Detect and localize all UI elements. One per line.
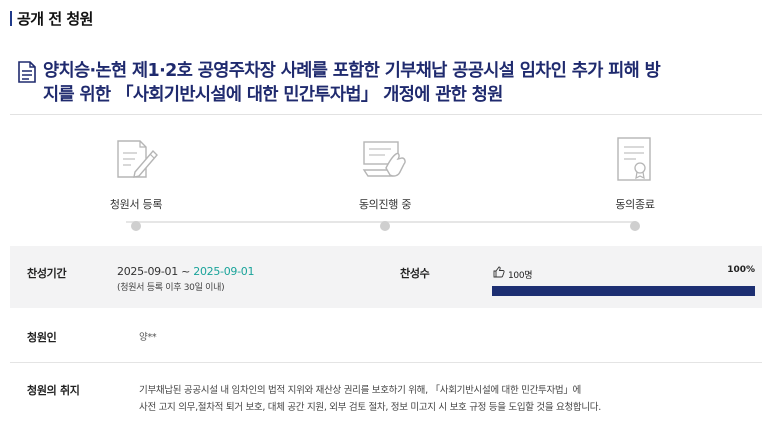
support-percent: 100%: [727, 265, 755, 275]
period-label: 찬성기간: [27, 267, 67, 280]
support-progress-fill: [492, 286, 755, 296]
title-divider: [10, 114, 762, 115]
step-dot: [131, 221, 141, 231]
purpose-line-2: 사전 고지 의무,절차적 퇴거 보호, 대체 공간 지원, 외부 검토 절차, …: [139, 402, 601, 413]
period-separator: ~: [177, 265, 194, 278]
purpose-label: 청원의 취지: [27, 384, 80, 397]
step-registration: 청원서 등록: [76, 136, 196, 231]
purpose-line-1: 기부채납된 공공시설 내 임차인의 법적 지위와 재산상 권리를 보호하기 위해…: [139, 385, 581, 396]
section-divider: [10, 362, 762, 363]
step-in-progress: 동의진행 중: [325, 136, 445, 231]
period-value: 2025-09-01 ~ 2025-09-01: [117, 265, 254, 278]
support-progress-bar: [492, 286, 755, 296]
step-dot: [630, 221, 640, 231]
certificate-icon: [617, 137, 651, 181]
step-label: 동의진행 중: [358, 198, 412, 211]
petition-title-text: 양치승·논현 제1·2호 공영주차장 사례를 포함한 기부채납 공공시설 임차인…: [43, 59, 661, 107]
petitioner-value: 양**: [139, 332, 157, 343]
support-label: 찬성수: [400, 267, 430, 280]
section-accent-bar: [10, 11, 12, 26]
document-icon: [18, 61, 36, 83]
step-label: 동의종료: [615, 198, 655, 211]
support-count: 100명: [508, 271, 533, 281]
petition-title: 양치승·논현 제1·2호 공영주차장 사례를 포함한 기부채납 공공시설 임차인…: [17, 59, 767, 107]
period-end: 2025-09-01: [193, 265, 255, 278]
period-start: 2025-09-01: [117, 265, 178, 278]
period-note: (청원서 등록 이후 30일 이내): [117, 283, 225, 293]
petition-title-line-2: 지를 위한 「사회기반시설에 대한 민간투자법」 개정에 관한 청원: [43, 85, 503, 105]
petition-title-line-1: 양치승·논현 제1·2호 공영주차장 사례를 포함한 기부채납 공공시설 임차인…: [43, 61, 661, 81]
step-label: 청원서 등록: [109, 198, 163, 211]
step-closed: 동의종료: [575, 136, 695, 231]
purpose-text: 기부채납된 공공시설 내 임차인의 법적 지위와 재산상 권리를 보호하기 위해…: [139, 382, 749, 416]
section-header: 공개 전 청원: [10, 8, 93, 29]
document-pen-icon: [117, 140, 158, 178]
thumbs-up-icon: [493, 266, 505, 278]
section-title: 공개 전 청원: [17, 10, 93, 28]
step-dot: [380, 221, 390, 231]
hand-keyboard-icon: [362, 141, 406, 177]
petitioner-label: 청원인: [27, 331, 57, 344]
